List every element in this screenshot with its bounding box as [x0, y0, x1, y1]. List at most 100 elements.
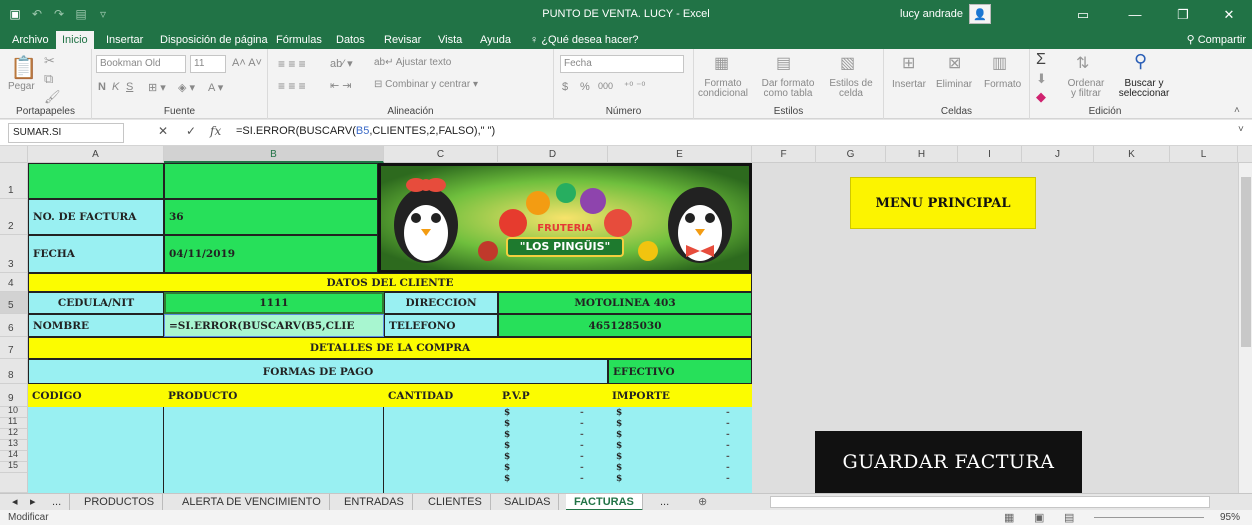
bold-button[interactable]: N [98, 81, 106, 93]
avatar[interactable]: 👤 [969, 4, 991, 24]
font-color-icon[interactable]: A ▾ [208, 81, 223, 94]
font-size-select[interactable]: 11 [190, 55, 226, 73]
decimals-icon[interactable]: ⁺⁰ ⁻⁰ [624, 81, 645, 92]
restore-button[interactable]: ❐ [1160, 0, 1206, 29]
cut-icon[interactable]: ✂ [44, 53, 55, 69]
paste-icon[interactable]: 📋 [10, 55, 37, 81]
row-header[interactable]: 8 [0, 359, 28, 384]
page-break-icon[interactable]: ▤ [1064, 511, 1074, 524]
row-header[interactable]: 1 [0, 163, 28, 199]
wrap-text-button[interactable]: ab↵ Ajustar texto [374, 57, 451, 68]
format-table-icon[interactable]: ▤ [776, 53, 791, 73]
efectivo-value[interactable]: EFECTIVO [608, 359, 752, 384]
telefono-value[interactable]: 4651285030 [498, 314, 752, 337]
menu-principal-button[interactable]: MENU PRINCIPAL [850, 177, 1036, 229]
percent-button[interactable]: % [580, 81, 590, 93]
cancel-icon[interactable]: ✕ [158, 124, 168, 138]
insert-label[interactable]: Insertar [892, 79, 926, 90]
insert-cells-icon[interactable]: ⊞ [902, 53, 915, 73]
collapse-ribbon-icon[interactable]: ˄ [1234, 105, 1240, 116]
add-sheet-icon[interactable]: ⊕ [690, 494, 715, 511]
tab-datos[interactable]: Datos [330, 31, 371, 49]
ribbon-display-icon[interactable]: ▭ [1060, 0, 1106, 29]
fill-color-icon[interactable]: ◈ ▾ [178, 81, 195, 94]
format-label[interactable]: Formato [984, 79, 1021, 90]
clear-icon[interactable]: ◆ [1036, 89, 1046, 105]
direccion-value[interactable]: MOTOLINEA 403 [498, 292, 752, 314]
sheet-tab-salidas[interactable]: SALIDAS [496, 494, 560, 511]
tab-disposicion[interactable]: Disposición de página [154, 31, 274, 49]
col-header-l[interactable]: L [1170, 146, 1238, 163]
select-all[interactable] [0, 146, 28, 163]
tell-me-search[interactable]: ♀ ¿Qué desea hacer? [524, 31, 645, 49]
sort-filter-icon[interactable]: ⇅ [1076, 53, 1089, 73]
col-header-g[interactable]: G [816, 146, 886, 163]
tab-formulas[interactable]: Fórmulas [270, 31, 328, 49]
col-header-i[interactable]: I [958, 146, 1022, 163]
sheet-tab-clientes[interactable]: CLIENTES [420, 494, 491, 511]
enter-icon[interactable]: ✓ [186, 124, 196, 138]
merge-center-button[interactable]: ⊟ Combinar y centrar ▾ [374, 79, 478, 90]
sheet-tab-entradas[interactable]: ENTRADAS [336, 494, 413, 511]
paste-label[interactable]: Pegar [8, 81, 35, 92]
align-top-icon[interactable]: ≡ ≡ ≡ [278, 57, 306, 71]
cell-b1[interactable] [164, 163, 378, 199]
col-header-d[interactable]: D [498, 146, 608, 163]
find-select-label[interactable]: Buscar y seleccionar [1116, 79, 1172, 99]
conditional-format-label[interactable]: Formato condicional [696, 79, 750, 99]
tab-insertar[interactable]: Insertar [100, 31, 149, 49]
col-header-j[interactable]: J [1022, 146, 1094, 163]
zoom-slider[interactable] [1094, 517, 1204, 518]
row-header[interactable]: 7 [0, 337, 28, 359]
underline-button[interactable]: S [126, 81, 133, 93]
sheet-tab-productos[interactable]: PRODUCTOS [76, 494, 164, 511]
conditional-format-icon[interactable]: ▦ [714, 53, 729, 73]
sheet-tab-facturas[interactable]: FACTURAS [566, 494, 643, 511]
col-header-h[interactable]: H [886, 146, 958, 163]
delete-cells-icon[interactable]: ⊠ [948, 53, 961, 73]
next-sheet-icon[interactable]: ▸ [22, 494, 44, 511]
row-header[interactable]: 15 [0, 460, 28, 473]
tab-revisar[interactable]: Revisar [378, 31, 427, 49]
fecha-value[interactable]: 04/11/2019 [164, 235, 378, 273]
row-header[interactable]: 5 [0, 292, 28, 314]
col-header-c[interactable]: C [384, 146, 498, 163]
expand-formula-icon[interactable]: ˅ [1238, 124, 1244, 135]
col-header-b[interactable]: B [164, 146, 384, 163]
formula-input[interactable]: =SI.ERROR(BUSCARV(B5,CLIENTES,2,FALSO),"… [236, 125, 495, 137]
nombre-formula-cell[interactable]: =SI.ERROR(BUSCARV(B5,CLIE [164, 314, 384, 337]
insert-function-icon[interactable]: fx [210, 124, 221, 138]
minimize-button[interactable]: — [1112, 0, 1158, 29]
number-format-select[interactable]: Fecha [560, 55, 684, 73]
tab-archivo[interactable]: Archivo [6, 31, 55, 49]
format-painter-icon[interactable]: 🖌 [44, 89, 61, 105]
name-box[interactable]: SUMAR.SI [8, 123, 124, 143]
page-layout-icon[interactable]: ▣ [1034, 511, 1044, 524]
guardar-factura-button[interactable]: GUARDAR FACTURA [815, 431, 1082, 493]
vertical-scrollbar[interactable] [1238, 163, 1252, 493]
delete-label[interactable]: Eliminar [936, 79, 972, 90]
col-header-e[interactable]: E [608, 146, 752, 163]
thousands-button[interactable]: 000 [598, 81, 613, 91]
sort-filter-label[interactable]: Ordenar y filtrar [1064, 79, 1108, 99]
tab-inicio[interactable]: Inicio [56, 31, 94, 49]
align-left-icon[interactable]: ≡ ≡ ≡ [278, 79, 306, 93]
italic-button[interactable]: K [112, 81, 119, 93]
sheet-tab-alerta[interactable]: ALERTA DE VENCIMIENTO [174, 494, 330, 511]
search-icon[interactable]: ⚲ [1134, 51, 1147, 72]
col-header-f[interactable]: F [752, 146, 816, 163]
currency-button[interactable]: $ [562, 81, 568, 93]
user-area[interactable]: lucy andrade 👤 [900, 4, 991, 24]
grow-font-icon[interactable]: A˄ A˅ [232, 57, 262, 69]
indent-icon[interactable]: ⇤ ⇥ [330, 79, 352, 92]
copy-icon[interactable]: ⧉ [44, 71, 53, 87]
cedula-value[interactable]: 1111 [164, 292, 384, 314]
row-header[interactable]: 6 [0, 314, 28, 337]
autosum-icon[interactable]: Σ [1036, 51, 1046, 69]
scroll-thumb[interactable] [1241, 177, 1251, 347]
row-header[interactable]: 4 [0, 273, 28, 292]
tab-vista[interactable]: Vista [432, 31, 468, 49]
row-header[interactable]: 9 [0, 384, 28, 407]
borders-icon[interactable]: ⊞ ▾ [148, 81, 166, 94]
fill-icon[interactable]: ⬇ [1036, 71, 1047, 87]
